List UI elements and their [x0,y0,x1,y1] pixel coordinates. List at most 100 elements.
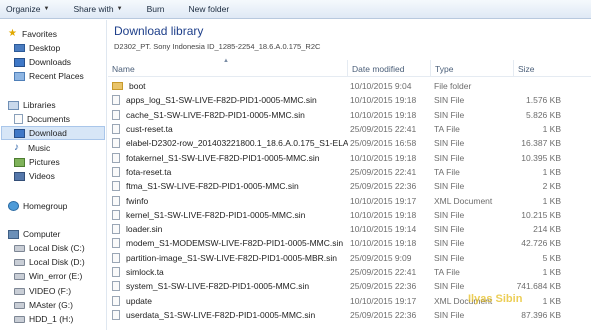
file-name-cell: system_S1-SW-LIVE-F82D-PID1-0005-MMC.sin [112,279,348,293]
column-header-date-label: Date modified [352,63,405,74]
nav-music[interactable]: ♪ Music [14,141,50,155]
file-name: userdata_S1-SW-LIVE-F82D-PID1-0005-MMC.s… [126,309,316,320]
nav-documents-label: Documents [27,114,70,124]
nav-drive-c[interactable]: Local Disk (C:) [14,241,85,255]
file-type: SIN File [434,309,465,320]
file-name: ftma_S1-SW-LIVE-F82D-PID1-0005-MMC.sin [126,181,299,192]
file-row[interactable]: fota-reset.ta 25/09/2015 22:41 TA File 1 KB [108,165,591,179]
file-row[interactable]: system_S1-SW-LIVE-F82D-PID1-0005-MMC.sin… [108,279,591,293]
file-row[interactable]: apps_log_S1-SW-LIVE-F82D-PID1-0005-MMC.s… [108,93,591,107]
column-headers: ▲ Name Date modified Type Size [108,58,591,77]
file-type: SIN File [434,152,465,163]
watermark-text: Ilyas Sibin [468,293,523,305]
command-bar: Organize ▼ Share with ▼ Burn New folder [0,0,591,19]
download-library-icon [14,128,25,138]
file-icon [112,124,120,135]
nav-drive-f[interactable]: VIDEO (F:) [14,284,71,298]
file-name: cache_S1-SW-LIVE-F82D-PID1-0005-MMC.sin [126,109,305,120]
file-type: SIN File [434,181,465,192]
file-size: 87.396 KB [521,309,561,320]
file-row[interactable]: cust-reset.ta 25/09/2015 22:41 TA File 1 KB [108,122,591,136]
file-row[interactable]: fwinfo 10/10/2015 19:17 XML Document 1 KB [108,193,591,207]
chevron-down-icon: ▼ [116,6,123,12]
nav-drive-e[interactable]: Win_error (E:) [14,269,82,283]
file-size [516,79,561,93]
organize-label: Organize [6,4,41,14]
nav-documents[interactable]: Documents [14,112,70,126]
file-type: File folder [434,81,472,92]
nav-favorites[interactable]: ★ Favorites [8,27,57,41]
nav-downloads[interactable]: Downloads [14,55,71,69]
library-subtitle: D2302_PT. Sony Indonesia ID_1285-2254_18… [114,42,321,51]
nav-libraries[interactable]: Libraries [8,98,56,112]
nav-music-label: Music [28,143,51,153]
file-row[interactable]: elabel-D2302-row_201403221800.1_18.6.A.0… [108,136,591,150]
nav-drive-d[interactable]: Local Disk (D:) [14,255,85,269]
file-icon [112,267,120,278]
column-header-date[interactable]: Date modified [348,60,431,77]
nav-drive-label: HDD_1 (H:) [29,314,74,324]
file-row[interactable]: loader.sin 10/10/2015 19:14 SIN File 214 KB [108,222,591,236]
nav-videos-label: Videos [29,171,55,181]
nav-pictures[interactable]: Pictures [14,155,60,169]
file-row[interactable]: modem_S1-MODEMSW-LIVE-F82D-PID1-0005-MMC… [108,236,591,250]
file-name: kernel_S1-SW-LIVE-F82D-PID1-0005-MMC.sin [126,209,306,220]
nav-videos[interactable]: Videos [14,169,55,183]
burn-button[interactable]: Burn [147,4,165,14]
nav-recent-places-label: Recent Places [29,71,84,81]
file-type: SIN File [434,224,465,235]
file-row[interactable]: userdata_S1-SW-LIVE-F82D-PID1-0005-MMC.s… [108,308,591,322]
nav-homegroup[interactable]: Homegroup [8,199,67,213]
file-date: 25/09/2015 22:41 [350,267,417,278]
file-name-cell: partition-image_S1-SW-LIVE-F82D-PID1-000… [112,251,348,265]
nav-desktop-label: Desktop [29,43,61,53]
navigation-pane: ★ Favorites Desktop Downloads Recent Pla… [0,20,107,330]
file-name-cell: elabel-D2302-row_201403221800.1_18.6.A.0… [112,136,348,150]
nav-desktop[interactable]: Desktop [14,41,60,55]
file-row[interactable]: cache_S1-SW-LIVE-F82D-PID1-0005-MMC.sin 1… [108,108,591,122]
file-date: 10/10/2015 19:18 [350,109,417,120]
nav-pictures-label: Pictures [29,157,60,167]
file-name: loader.sin [126,224,163,235]
file-row[interactable]: kernel_S1-SW-LIVE-F82D-PID1-0005-MMC.sin… [108,208,591,222]
column-header-type[interactable]: Type [431,60,514,77]
file-size: 16.387 KB [521,138,561,149]
documents-icon [14,114,23,124]
organize-menu-button[interactable]: Organize ▼ [6,4,49,14]
nav-drive-label: Win_error (E:) [29,271,83,281]
hard-disk-icon [14,301,25,309]
file-type: SIN File [434,281,465,292]
file-name: modem_S1-MODEMSW-LIVE-F82D-PID1-0005-MMC… [126,238,344,249]
nav-drive-h[interactable]: HDD_1 (H:) [14,312,73,326]
file-row[interactable]: boot 10/10/2015 9:04 File folder [108,79,591,93]
nav-computer[interactable]: Computer [8,227,60,241]
file-date: 25/09/2015 22:36 [350,281,417,292]
chevron-down-icon: ▼ [43,6,50,12]
column-header-size-label: Size [518,63,535,74]
column-header-size[interactable]: Size [514,60,591,77]
file-date: 10/10/2015 9:04 [350,81,412,92]
share-with-menu-button[interactable]: Share with ▼ [73,4,122,14]
file-date: 25/09/2015 22:36 [350,309,417,320]
nav-download-library[interactable]: Download [1,126,105,140]
file-row[interactable]: partition-image_S1-SW-LIVE-F82D-PID1-000… [108,251,591,265]
file-icon [112,209,120,220]
file-name: fwinfo [126,195,149,206]
file-row[interactable]: simlock.ta 25/09/2015 22:41 TA File 1 KB [108,265,591,279]
nav-drive-g[interactable]: MAster (G:) [14,298,73,312]
file-row[interactable]: ftma_S1-SW-LIVE-F82D-PID1-0005-MMC.sin 25… [108,179,591,193]
column-header-name[interactable]: Name [108,60,348,77]
nav-recent-places[interactable]: Recent Places [14,69,84,83]
file-type: SIN File [434,252,465,263]
file-name-cell: cache_S1-SW-LIVE-F82D-PID1-0005-MMC.sin [112,108,348,122]
file-type: SIN File [434,95,465,106]
new-folder-button[interactable]: New folder [189,4,230,14]
file-name-cell: boot [112,79,348,93]
nav-drive-label: MAster (G:) [29,300,73,310]
file-row[interactable]: fotakernel_S1-SW-LIVE-F82D-PID1-0005-MMC… [108,151,591,165]
music-icon: ♪ [14,142,19,153]
file-date: 10/10/2015 19:18 [350,238,417,249]
nav-drive-label: Local Disk (D:) [29,257,85,267]
file-icon [112,109,120,120]
homegroup-icon [8,201,19,211]
